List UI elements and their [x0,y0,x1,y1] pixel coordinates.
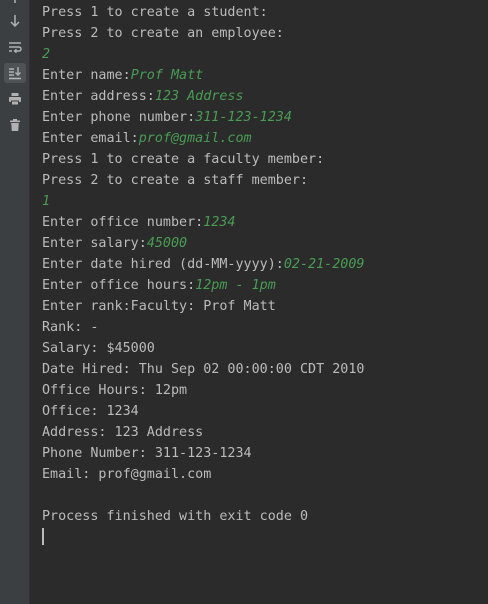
console-line: Press 1 to create a student: [42,2,488,23]
console-user-input: 12pm - 1pm [195,278,276,293]
console-line: Enter salary:45000 [42,233,488,254]
console-user-input: Prof Matt [130,68,204,83]
console-line: Enter office hours:12pm - 1pm [42,275,488,296]
console-line: Enter email:prof@gmail.com [42,128,488,149]
console-user-input: 1 [42,194,51,209]
console-output-text: Press 1 to create a faculty member: [42,152,325,167]
console-output-text: Enter office number: [42,215,204,230]
text-cursor [42,527,44,545]
console-output-text: Email: prof@gmail.com [42,467,212,482]
console-output-text: Process finished with exit code 0 [42,509,309,524]
console-user-input: 02-21-2009 [283,257,365,272]
trash-icon[interactable] [4,115,26,135]
console-line: Enter office number:1234 [42,212,488,233]
console-output-text: Office: 1234 [42,404,139,419]
console-output[interactable]: Press 1 to create a student: Press 2 to c… [42,2,488,548]
arrow-down-icon[interactable] [4,11,26,31]
console-output-text: Press 2 to create a staff member: [42,173,309,188]
console-output-text: Enter rank:Faculty: Prof Matt [42,299,276,314]
console-user-input: 311-123-1234 [195,110,292,125]
console-output-text: Office Hours: 12pm [42,383,188,398]
console-output-text: Enter name: [42,68,131,83]
console-line: Press 2 to create a staff member: [42,170,488,191]
console-line: Date Hired: Thu Sep 02 00:00:00 CDT 2010 [42,359,488,380]
console-user-input: 45000 [146,236,188,251]
console-line: 2 [42,44,488,65]
console-line: Rank: - [42,317,488,338]
console-line: Enter date hired (dd-MM-yyyy):02-21-2009 [42,254,488,275]
console-output-text: Address: 123 Address [42,425,204,440]
soft-wrap-icon[interactable] [4,37,26,57]
console-user-input: prof@gmail.com [138,131,252,146]
console-output-text: Press 1 to create a student: [42,5,268,20]
print-icon[interactable] [4,89,26,109]
console-line: Phone Number: 311-123-1234 [42,443,488,464]
console-line: Salary: $45000 [42,338,488,359]
console-output-text: Enter salary: [42,236,147,251]
console-output-text: Enter email: [42,131,139,146]
console-cursor-line[interactable] [42,527,488,548]
console-output-text: Enter office hours: [42,278,196,293]
console-line: Enter phone number:311-123-1234 [42,107,488,128]
console-line: Press 1 to create a faculty member: [42,149,488,170]
console-line: Enter name:Prof Matt [42,65,488,86]
console-line: 1 [42,191,488,212]
console-toolbar [0,0,30,604]
console-user-input: 123 Address [154,89,244,104]
scroll-to-end-icon[interactable] [4,63,26,83]
console-line: Enter address:123 Address [42,86,488,107]
console-line: Email: prof@gmail.com [42,464,488,485]
console-output-text: Press 2 to create an employee: [42,26,284,41]
console-line: Address: 123 Address [42,422,488,443]
console-line: Office Hours: 12pm [42,380,488,401]
console-user-input: 2 [42,47,51,62]
console-output-text: Salary: $45000 [42,341,155,356]
console-output-text: Enter address: [42,89,155,104]
console-output-text: Enter phone number: [42,110,196,125]
console-line: Press 2 to create an employee: [42,23,488,44]
run-console-window: Press 1 to create a student: Press 2 to c… [0,0,488,604]
console-output-text: Enter date hired (dd-MM-yyyy): [42,257,284,272]
console-line: Office: 1234 [42,401,488,422]
arrow-up-icon[interactable] [4,0,26,8]
console-output-text: Date Hired: Thu Sep 02 00:00:00 CDT 2010 [42,362,365,377]
console-line: Process finished with exit code 0 [42,506,488,527]
console-output-text: Rank: - [42,320,99,335]
console-line: Enter rank:Faculty: Prof Matt [42,296,488,317]
console-output-text: Phone Number: 311-123-1234 [42,446,252,461]
console-user-input: 1234 [203,215,236,230]
